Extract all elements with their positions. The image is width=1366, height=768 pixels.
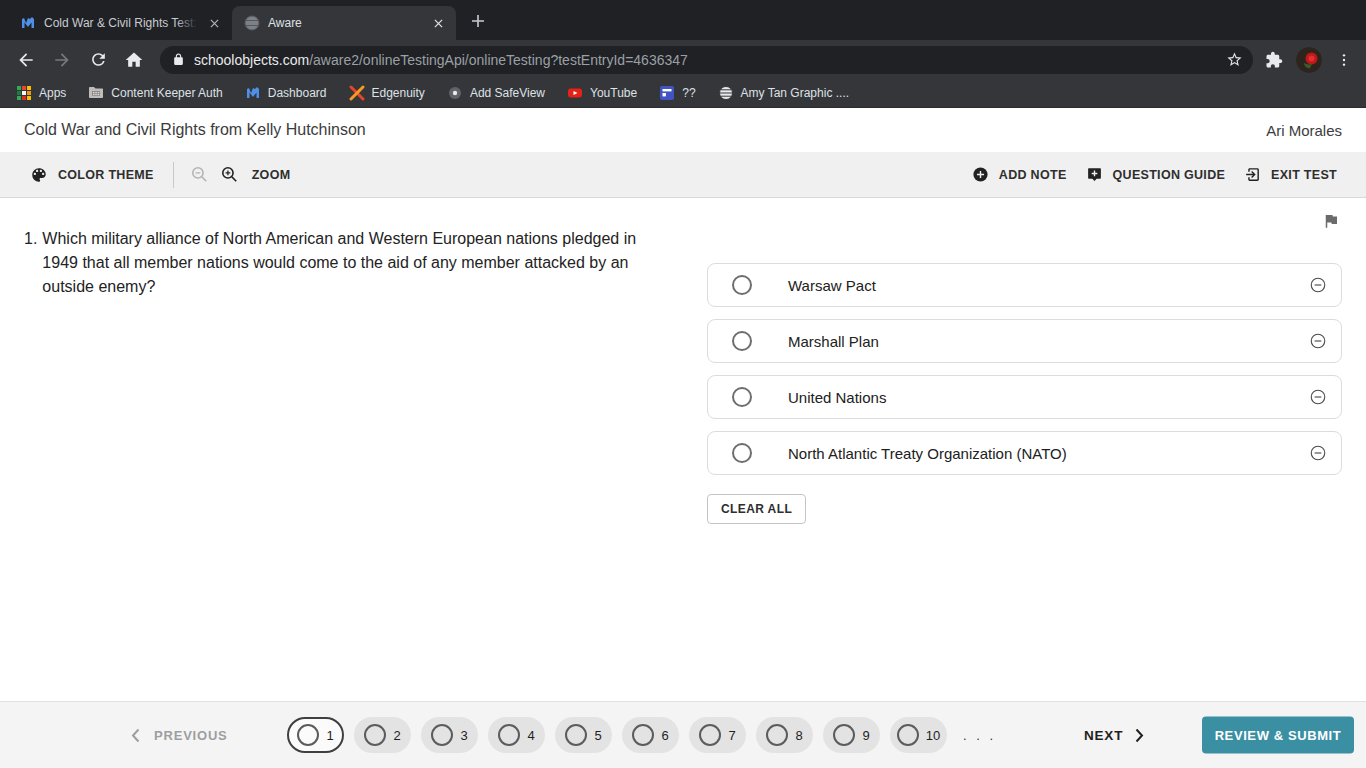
browser-tab-2-active[interactable]: Aware — [232, 6, 456, 40]
option-warsaw-pact[interactable]: Warsaw Pact — [707, 263, 1342, 307]
page-pill-5[interactable]: 5 — [555, 717, 612, 753]
review-submit-button[interactable]: REVIEW & SUBMIT — [1202, 717, 1354, 754]
question-pager: 1 2 3 4 5 6 7 8 9 10 — [287, 717, 957, 753]
bookmark-unknown[interactable]: ?? — [653, 83, 701, 103]
page-pill-3[interactable]: 3 — [421, 717, 478, 753]
eliminate-option-icon[interactable] — [1309, 444, 1327, 462]
question-text: Which military alliance of North America… — [42, 227, 650, 299]
exit-test-icon — [1244, 166, 1261, 183]
question-area: 1. Which military alliance of North Amer… — [0, 198, 1366, 700]
x-logo-icon — [349, 85, 365, 101]
reload-button[interactable] — [84, 46, 112, 74]
next-button[interactable]: NEXT — [1084, 728, 1144, 743]
youtube-icon — [567, 85, 583, 101]
zoom-in-icon — [220, 165, 239, 184]
page-pill-7[interactable]: 7 — [689, 717, 746, 753]
page-pill-1[interactable]: 1 — [287, 717, 344, 753]
tab2-favicon-icon — [244, 15, 260, 31]
dot-circle-icon — [447, 85, 463, 101]
zoom-in-button[interactable]: ZOOM — [220, 165, 291, 184]
forward-button[interactable] — [48, 46, 76, 74]
page-pill-4[interactable]: 4 — [488, 717, 545, 753]
palette-icon — [30, 166, 48, 184]
bookmark-content-keeper[interactable]: Content Keeper Auth — [82, 83, 228, 103]
flag-icon[interactable] — [1322, 212, 1340, 230]
browser-menu-icon[interactable] — [1330, 46, 1358, 74]
bookmark-edgenuity[interactable]: Edgenuity — [343, 83, 431, 103]
tab2-title: Aware — [268, 16, 302, 30]
pagination-bar: PREVIOUS 1 2 3 4 5 6 7 8 9 10 . . . NEXT… — [0, 701, 1366, 768]
radio-button[interactable] — [732, 443, 752, 463]
pager-ellipsis: . . . — [963, 728, 996, 743]
extensions-puzzle-icon[interactable] — [1260, 46, 1288, 74]
eliminate-option-icon[interactable] — [1309, 276, 1327, 294]
lock-icon — [172, 53, 185, 66]
page-header: Cold War and Civil Rights from Kelly Hut… — [0, 108, 1366, 152]
radio-button[interactable] — [732, 387, 752, 407]
bookmark-star-icon[interactable] — [1226, 51, 1243, 68]
zoom-out-icon — [190, 165, 209, 184]
option-marshall-plan[interactable]: Marshall Plan — [707, 319, 1342, 363]
page-pill-8[interactable]: 8 — [756, 717, 813, 753]
eliminate-option-icon[interactable] — [1309, 388, 1327, 406]
color-theme-button[interactable]: COLOR THEME — [30, 166, 154, 184]
previous-button[interactable]: PREVIOUS — [131, 728, 228, 743]
bookmark-dashboard[interactable]: Dashboard — [239, 83, 333, 103]
chevron-right-icon — [1135, 728, 1144, 742]
apps-grid-icon — [16, 85, 32, 101]
option-nato[interactable]: North Atlantic Treaty Organization (NATO… — [707, 431, 1342, 475]
folder-icon — [88, 85, 104, 101]
tab1-favicon-icon — [20, 15, 36, 31]
profile-avatar[interactable] — [1296, 47, 1322, 73]
globe-icon — [718, 85, 734, 101]
question-guide-button[interactable]: QUESTION GUIDE — [1086, 166, 1226, 183]
bookmark-safeview[interactable]: Add SafeView — [441, 83, 551, 103]
answer-options: Warsaw Pact Marshall Plan United Nations… — [707, 263, 1342, 524]
eliminate-option-icon[interactable] — [1309, 332, 1327, 350]
clear-all-button[interactable]: CLEAR ALL — [707, 494, 806, 524]
url-bar[interactable]: schoolobjects.com/aware2/onlineTestingAp… — [160, 46, 1253, 74]
tab2-close-icon[interactable] — [430, 15, 446, 31]
home-button[interactable] — [120, 46, 148, 74]
page-pill-6[interactable]: 6 — [622, 717, 679, 753]
tab1-close-icon[interactable] — [206, 15, 222, 31]
question-guide-icon — [1086, 166, 1103, 183]
zoom-out-button[interactable] — [190, 165, 209, 184]
page-pill-9[interactable]: 9 — [823, 717, 880, 753]
bookmark-youtube[interactable]: YouTube — [561, 83, 643, 103]
question-number: 1. — [24, 227, 37, 299]
bookmark-amy-tan[interactable]: Amy Tan Graphic .... — [712, 83, 856, 103]
student-name: Ari Morales — [1266, 122, 1342, 139]
blue-square-icon — [659, 85, 675, 101]
back-button[interactable] — [12, 46, 40, 74]
add-note-button[interactable]: ADD NOTE — [972, 166, 1067, 183]
browser-navbar: schoolobjects.com/aware2/onlineTestingAp… — [0, 40, 1366, 79]
bookmark-apps[interactable]: Apps — [10, 83, 72, 103]
test-toolbar: COLOR THEME ZOOM ADD NOTE QUESTION GUIDE… — [0, 152, 1366, 198]
browser-tab-1[interactable]: Cold War & Civil Rights Test: U — [8, 6, 232, 40]
test-title: Cold War and Civil Rights from Kelly Hut… — [24, 121, 366, 139]
exit-test-button[interactable]: EXIT TEST — [1244, 166, 1337, 183]
url-path: /aware2/onlineTestingApi/onlineTesting?t… — [309, 52, 688, 68]
url-host: schoolobjects.com — [194, 52, 309, 68]
page-pill-2[interactable]: 2 — [354, 717, 411, 753]
question-text-block: 1. Which military alliance of North Amer… — [24, 227, 684, 299]
radio-button[interactable] — [732, 331, 752, 351]
option-united-nations[interactable]: United Nations — [707, 375, 1342, 419]
tab1-title: Cold War & Civil Rights Test: U — [44, 16, 198, 30]
bookmarks-bar: Apps Content Keeper Auth Dashboard Edgen… — [0, 79, 1366, 108]
radio-button[interactable] — [732, 275, 752, 295]
new-tab-button[interactable] — [464, 7, 492, 35]
chevron-left-icon — [131, 728, 140, 742]
add-note-icon — [972, 166, 989, 183]
toolbar-divider — [173, 162, 174, 188]
m-logo-icon — [245, 85, 261, 101]
browser-tab-bar: Cold War & Civil Rights Test: U Aware — [0, 0, 1366, 40]
page-pill-10[interactable]: 10 — [890, 717, 947, 753]
